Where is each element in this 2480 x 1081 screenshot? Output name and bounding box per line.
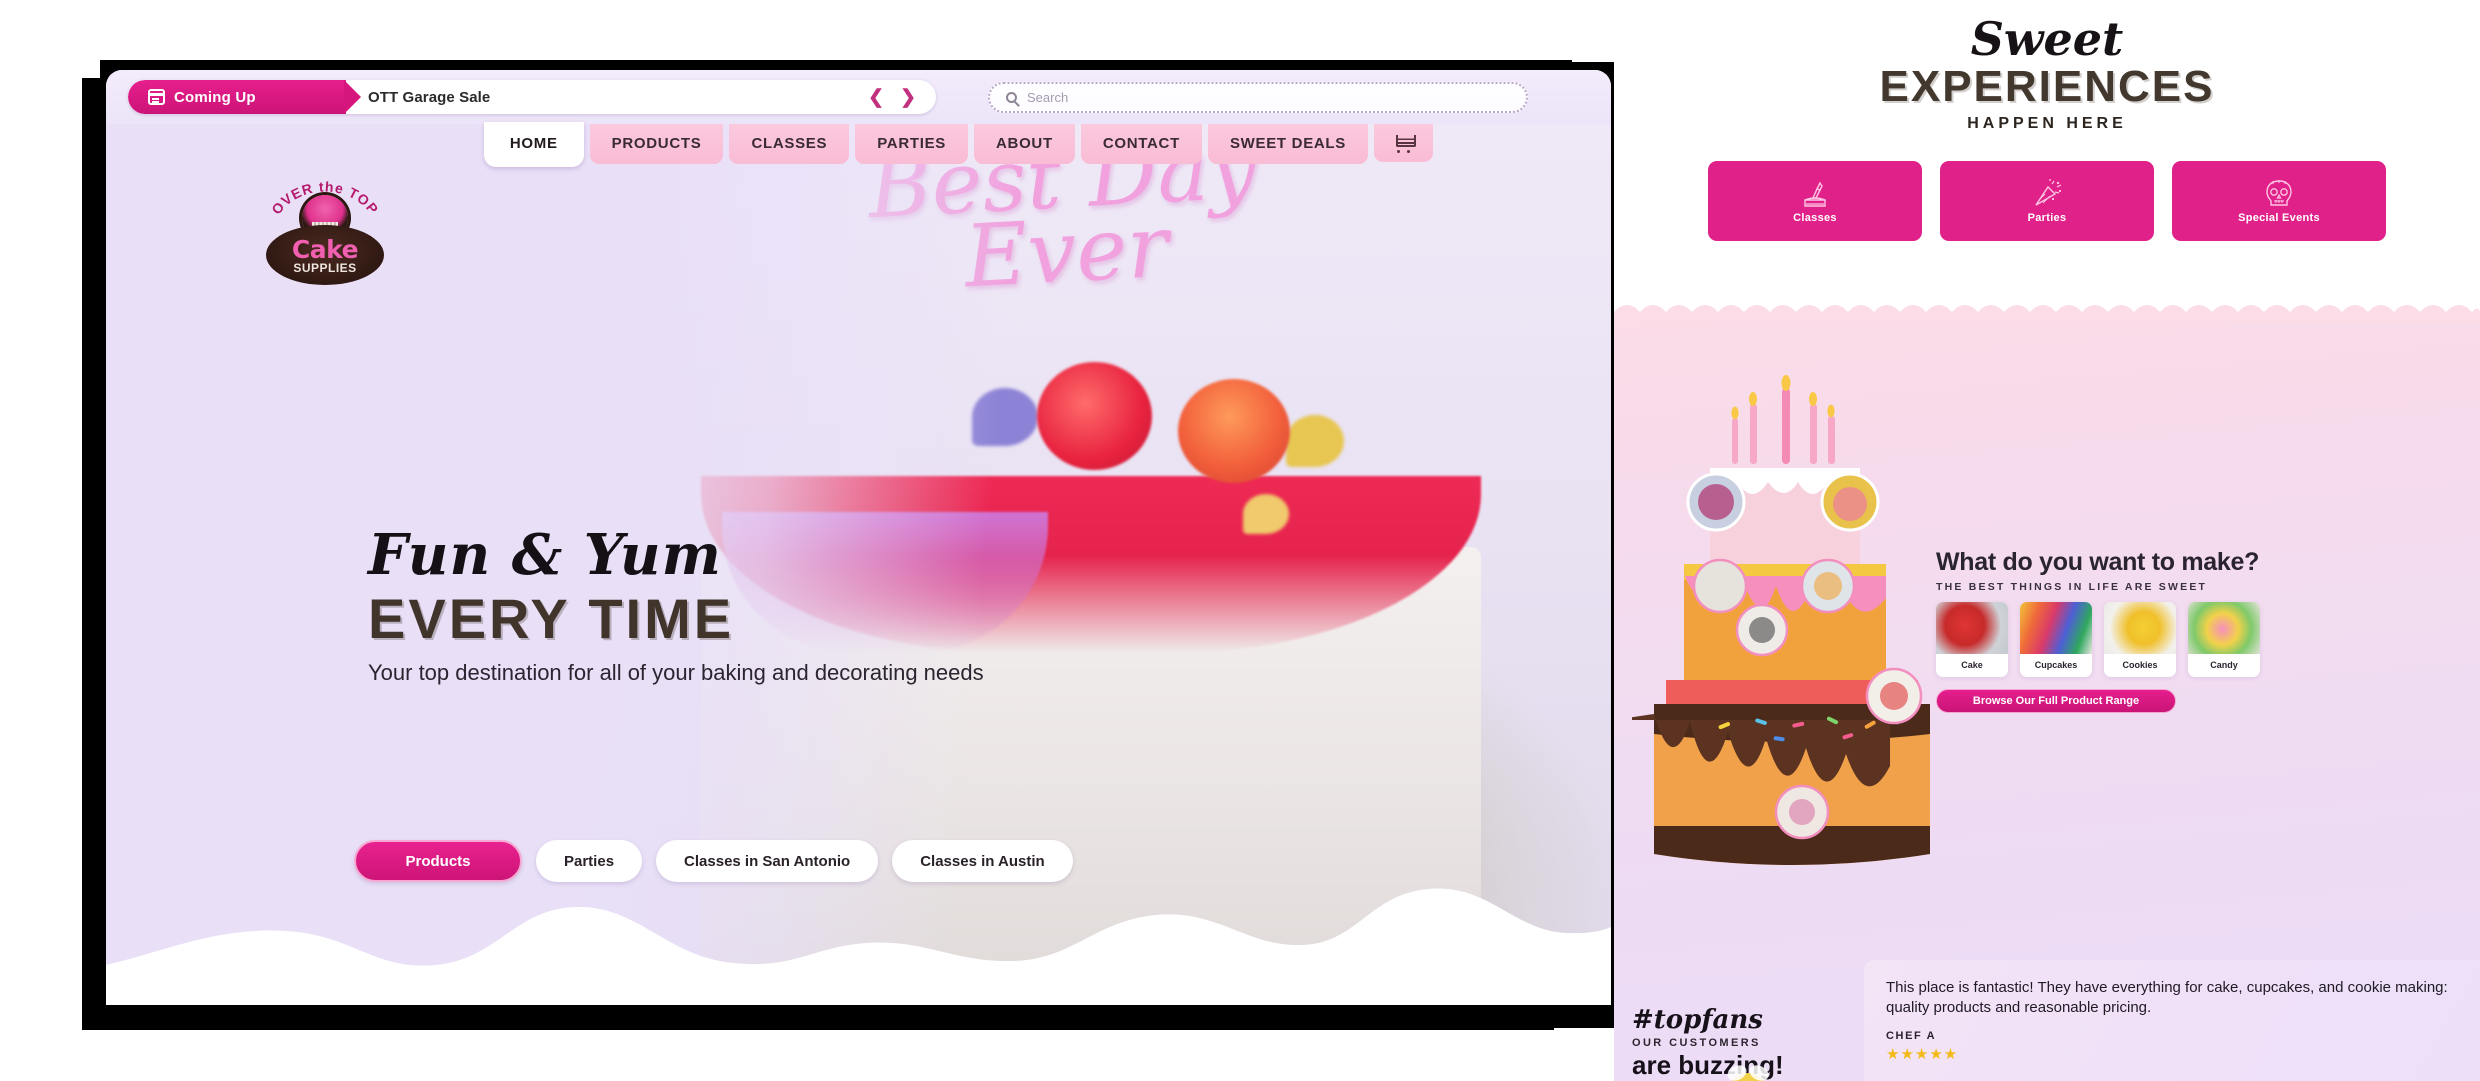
search-icon (1006, 91, 1017, 103)
hero-script-heading: Fun & Yum (368, 522, 722, 588)
coming-up-label: Coming Up (174, 88, 256, 106)
coming-up-badge: Coming Up (128, 80, 361, 114)
product-card-cake[interactable]: Cake (1936, 602, 2008, 677)
nav-item-about[interactable]: ABOUT (974, 124, 1075, 164)
hero-subtitle: Your top destination for all of your bak… (368, 660, 984, 686)
hero-cta-row: Products Parties Classes in San Antonio … (354, 840, 1073, 882)
nav-item-products[interactable]: PRODUCTS (589, 124, 724, 164)
product-label-cake: Cake (1961, 660, 1983, 670)
experiences-title: EXPERIENCES (1879, 62, 2215, 111)
product-card-candy[interactable]: Candy (2188, 602, 2260, 677)
happen-here-tagline: HAPPEN HERE (1967, 115, 2127, 133)
product-image-cupcakes (2020, 602, 2092, 654)
cta-classes-austin-button[interactable]: Classes in Austin (892, 840, 1073, 882)
product-image-candy (2188, 602, 2260, 654)
make-section: What do you want to make? THE BEST THING… (1936, 548, 2416, 713)
logo-word-supplies: SUPPLIES (293, 260, 357, 275)
scallop-edge-divider (1614, 305, 2480, 322)
product-image-cookies (2104, 602, 2176, 654)
birthday-candles (1731, 375, 1835, 464)
piping-bag-cake-icon (1804, 181, 1826, 207)
chevron-right-icon[interactable]: ❯ (900, 88, 916, 107)
search-placeholder: Search (1027, 89, 1069, 105)
chevron-left-icon[interactable]: ❮ (868, 88, 884, 107)
shopping-cart-icon (1394, 135, 1416, 153)
hero-main-heading: EVERY TIME (368, 587, 735, 650)
pink-content-section: What do you want to make? THE BEST THING… (1614, 305, 2480, 1081)
right-panel: Sweet EXPERIENCES HAPPEN HERE Classes Pa… (1614, 0, 2480, 1081)
product-label-cupcakes: Cupcakes (2034, 660, 2078, 670)
site-logo[interactable]: OVER the TOP Cake SUPPLIES (266, 175, 384, 285)
bee-icon (1727, 1065, 1769, 1081)
product-card-row: Cake Cupcakes Cookies Candy (1936, 602, 2416, 677)
cart-button[interactable] (1374, 124, 1433, 162)
sweet-experiences-header: Sweet EXPERIENCES HAPPEN HERE (1614, 0, 2480, 133)
testimonial-text: This place is fantastic! They have every… (1886, 978, 2448, 1016)
calendar-icon (148, 89, 165, 105)
category-card-row: Classes Parties Special Events (1614, 161, 2480, 242)
main-navigation: HOME PRODUCTS CLASSES PARTIES ABOUT CONT… (106, 122, 1611, 176)
testimonial-author: CHEF A (1886, 1030, 1937, 1042)
top-fans-hashtag: #topfans (1632, 1005, 1763, 1035)
category-label-special-events: Special Events (2238, 212, 2320, 225)
category-label-classes: Classes (1793, 212, 1837, 225)
nav-item-home[interactable]: HOME (483, 122, 584, 167)
testimonial-star-rating: ★★★★★ (1886, 1046, 1959, 1063)
nav-item-parties[interactable]: PARTIES (855, 124, 968, 164)
sugar-skull-icon (2266, 180, 2292, 206)
coming-up-ticker[interactable]: Coming Up OTT Garage Sale ❮ ❯ (128, 80, 936, 114)
announcement-event-text: OTT Garage Sale (368, 88, 491, 106)
top-fans-block: #topfans OUR CUSTOMERS are buzzing! (1632, 1005, 1852, 1081)
announcement-bar: Coming Up OTT Garage Sale ❮ ❯ Search (106, 70, 1611, 124)
testimonial-card: This place is fantastic! They have every… (1864, 959, 2480, 1081)
cta-classes-san-antonio-button[interactable]: Classes in San Antonio (656, 840, 879, 882)
category-card-classes[interactable]: Classes (1708, 161, 1922, 242)
category-card-parties[interactable]: Parties (1940, 161, 2154, 242)
cta-parties-button[interactable]: Parties (536, 840, 643, 882)
nav-item-contact[interactable]: CONTACT (1080, 124, 1202, 164)
party-popper-icon (2035, 179, 2062, 206)
top-fans-eyebrow: OUR CUSTOMERS (1632, 1037, 1761, 1049)
website-viewport: Best Day Ever Coming Up OTT Garage Sale … (106, 70, 1611, 1005)
make-title: What do you want to make? (1936, 548, 2260, 576)
illustrated-layer-cake (1632, 375, 1930, 865)
nav-item-sweet-deals[interactable]: SWEET DEALS (1207, 124, 1368, 164)
search-box[interactable]: Search (988, 81, 1528, 113)
browse-products-button[interactable]: Browse Our Full Product Range (1936, 689, 2176, 713)
category-label-parties: Parties (2027, 212, 2067, 225)
nav-item-classes[interactable]: CLASSES (729, 124, 850, 164)
category-card-special-events[interactable]: Special Events (2172, 161, 2386, 242)
screenshot-root: Best Day Ever Coming Up OTT Garage Sale … (0, 0, 2480, 1081)
product-label-candy: Candy (2210, 660, 2238, 670)
sweet-script-text: Sweet (1970, 12, 2124, 66)
announcement-arrows: ❮ ❯ (868, 88, 936, 107)
hero-copy: Fun & Yum EVERY TIME Your top destinatio… (368, 522, 1028, 688)
nav-item-list: HOME PRODUCTS CLASSES PARTIES ABOUT CONT… (483, 122, 1433, 167)
logo-word-cake: Cake (291, 235, 359, 265)
cta-products-button[interactable]: Products (354, 840, 522, 882)
product-label-cookies: Cookies (2122, 660, 2158, 670)
product-image-cake (1936, 602, 2008, 654)
product-card-cupcakes[interactable]: Cupcakes (2020, 602, 2092, 677)
logo-oval: Cake SUPPLIES (266, 225, 384, 285)
make-subtitle: THE BEST THINGS IN LIFE ARE SWEET (1936, 581, 2208, 593)
product-card-cookies[interactable]: Cookies (2104, 602, 2176, 677)
